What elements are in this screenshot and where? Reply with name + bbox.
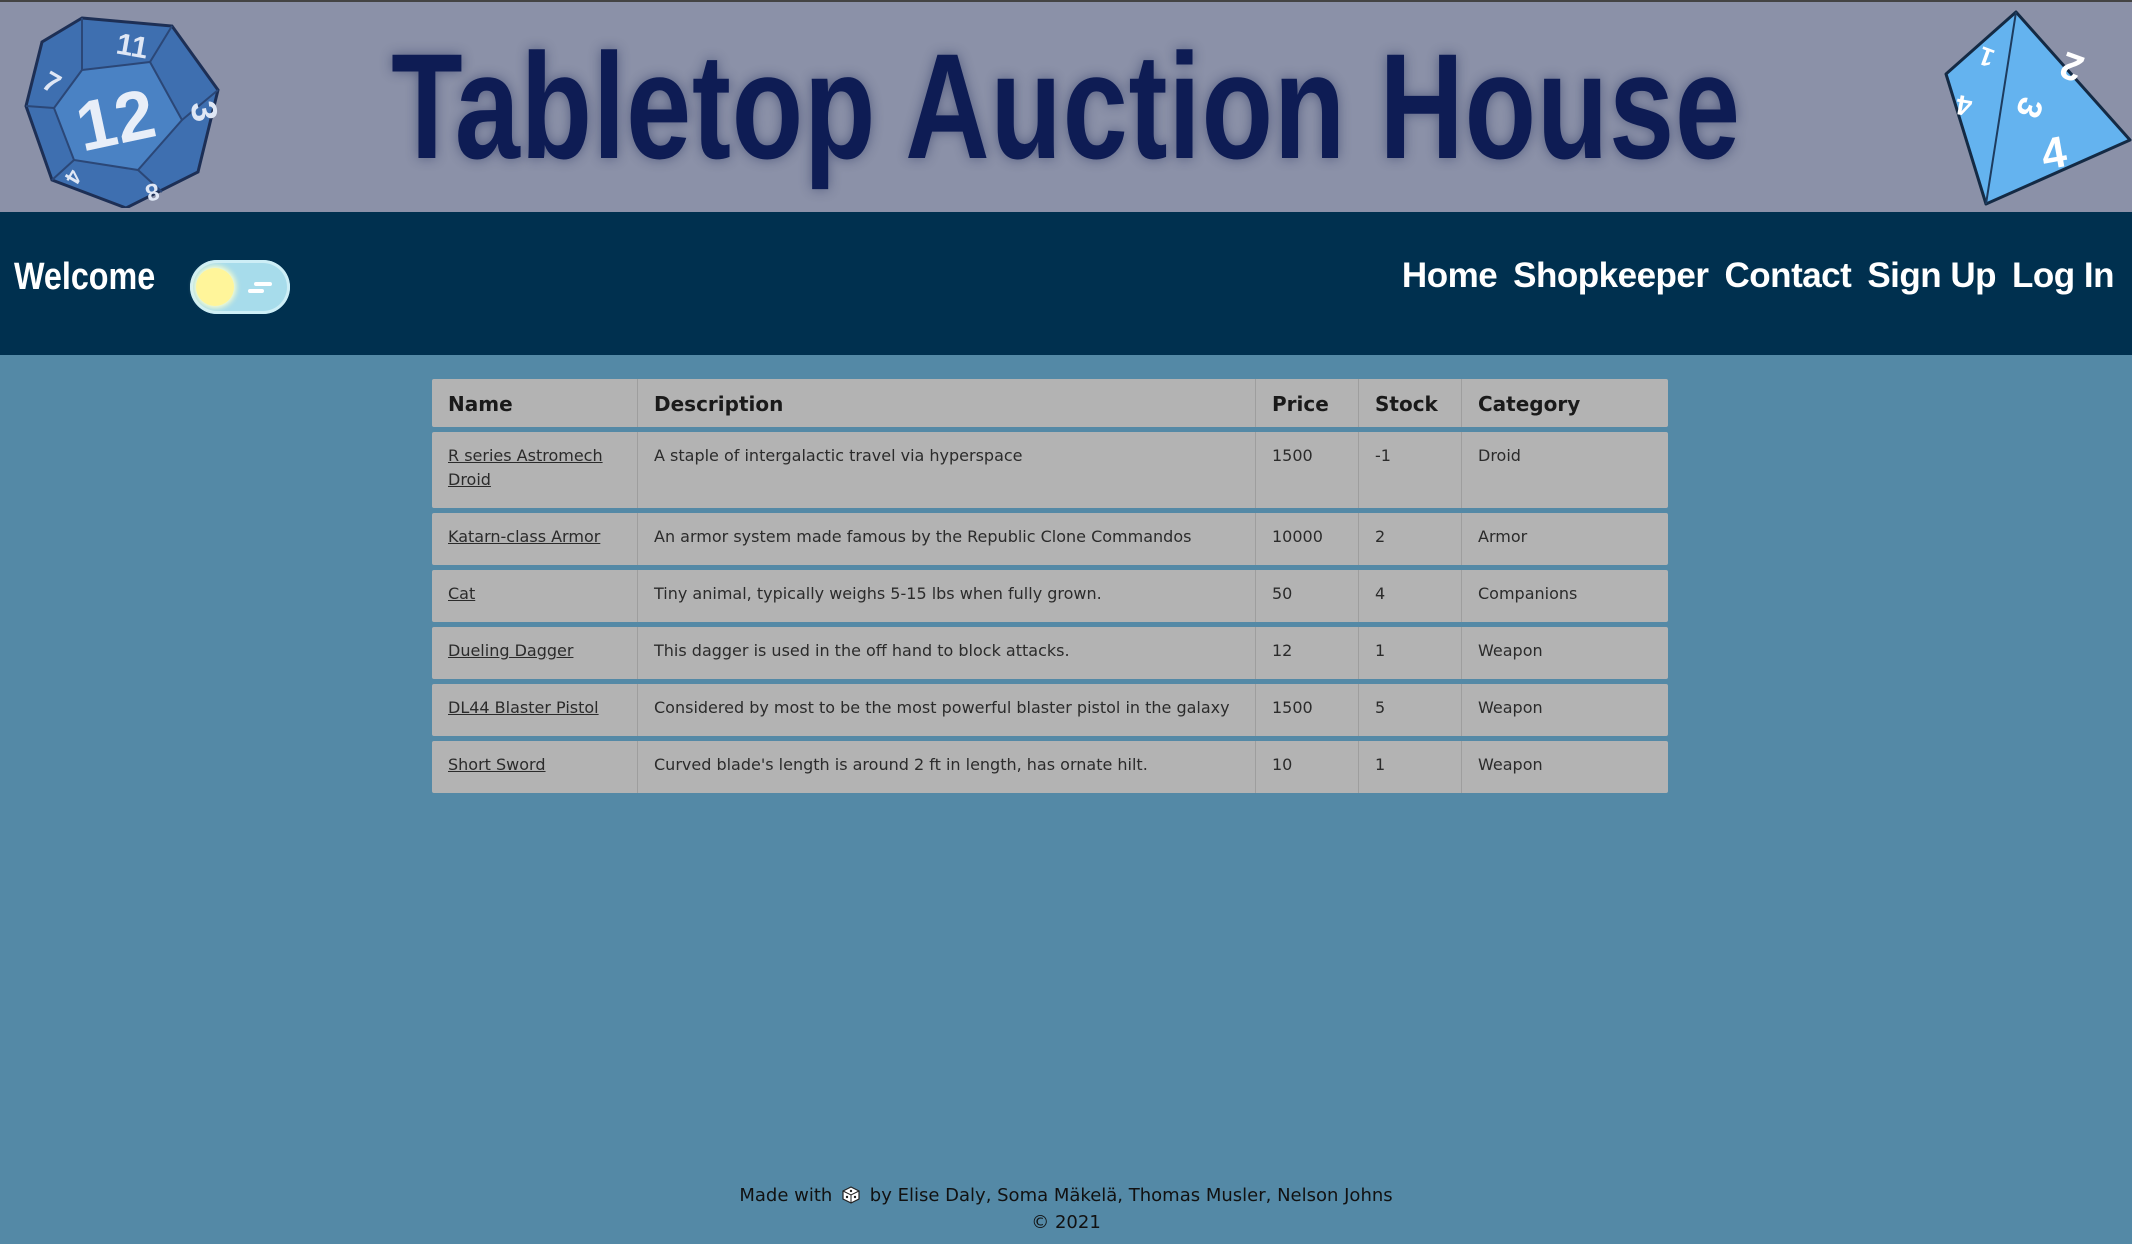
footer-authors: by Elise Daly, Soma Mäkelä, Thomas Musle…	[869, 1185, 1393, 1206]
item-link[interactable]: Dueling Dagger	[448, 641, 573, 660]
table-header-row: Name Description Price Stock Category	[432, 379, 1668, 427]
cell-name: Cat	[432, 570, 637, 622]
d12-face-11: 11	[114, 28, 151, 66]
item-link[interactable]: Katarn-class Armor	[448, 527, 600, 546]
item-link[interactable]: Short Sword	[448, 755, 546, 774]
banner: 12 11 7 3 8 4 Tabletop Auction House 2 4…	[0, 0, 2132, 212]
header-category: Category	[1461, 379, 1668, 427]
nav-link-contact[interactable]: Contact	[1725, 256, 1852, 296]
navbar: Welcome Home Shopkeeper Contact Sign Up …	[0, 212, 2132, 355]
cell-price: 12	[1255, 627, 1358, 679]
cell-price: 1500	[1255, 432, 1358, 508]
d4-icon: 2 4 3 1 4	[1944, 10, 2132, 206]
nav-links: Home Shopkeeper Contact Sign Up Log In	[1402, 256, 2115, 296]
cell-category: Droid	[1461, 432, 1668, 508]
site-title: Tabletop Auction House	[391, 22, 1741, 190]
nav-link-log-in[interactable]: Log In	[2012, 256, 2114, 296]
table-row: Cat Tiny animal, typically weighs 5-15 l…	[432, 570, 1668, 622]
table-row: Dueling Dagger This dagger is used in th…	[432, 627, 1668, 679]
cell-name: Katarn-class Armor	[432, 513, 637, 565]
items-table: Name Description Price Stock Category R …	[432, 374, 1668, 798]
table-row: R series Astromech Droid A staple of int…	[432, 432, 1668, 508]
cell-stock: 2	[1358, 513, 1461, 565]
die-icon	[842, 1186, 860, 1204]
cell-price: 1500	[1255, 684, 1358, 736]
item-link[interactable]: Cat	[448, 584, 475, 603]
cell-price: 10	[1255, 741, 1358, 793]
cell-category: Companions	[1461, 570, 1668, 622]
cell-price: 10000	[1255, 513, 1358, 565]
table-row: Katarn-class Armor An armor system made …	[432, 513, 1668, 565]
cell-description: Curved blade's length is around 2 ft in …	[637, 741, 1255, 793]
cell-description: An armor system made famous by the Repub…	[637, 513, 1255, 565]
item-link[interactable]: R series Astromech Droid	[448, 446, 603, 489]
cell-description: Tiny animal, typically weighs 5-15 lbs w…	[637, 570, 1255, 622]
header-name: Name	[432, 379, 637, 427]
footer-made-with: Made with	[739, 1185, 833, 1206]
sun-icon	[196, 268, 234, 306]
d12-icon: 12 11 7 3 8 4	[24, 16, 222, 208]
items-table-container: Name Description Price Stock Category R …	[432, 379, 1668, 798]
table-row: Short Sword Curved blade's length is aro…	[432, 741, 1668, 793]
cell-stock: 4	[1358, 570, 1461, 622]
cell-name: DL44 Blaster Pistol	[432, 684, 637, 736]
header-description: Description	[637, 379, 1255, 427]
footer-credits: Made with by Elise Daly, Soma Mäkelä, Th…	[0, 1182, 2132, 1209]
cell-stock: 5	[1358, 684, 1461, 736]
header-price: Price	[1255, 379, 1358, 427]
table-row: DL44 Blaster Pistol Considered by most t…	[432, 684, 1668, 736]
cell-category: Weapon	[1461, 741, 1668, 793]
cell-category: Weapon	[1461, 684, 1668, 736]
cell-name: R series Astromech Droid	[432, 432, 637, 508]
footer-copyright: © 2021	[1031, 1212, 1101, 1233]
item-link[interactable]: DL44 Blaster Pistol	[448, 698, 599, 717]
cell-description: This dagger is used in the off hand to b…	[637, 627, 1255, 679]
nav-link-home[interactable]: Home	[1402, 256, 1498, 296]
cell-category: Armor	[1461, 513, 1668, 565]
cell-name: Short Sword	[432, 741, 637, 793]
d12-face-12: 12	[69, 74, 161, 166]
cell-category: Weapon	[1461, 627, 1668, 679]
theme-toggle[interactable]	[190, 260, 290, 314]
cloud-icon	[248, 282, 272, 293]
nav-link-shopkeeper[interactable]: Shopkeeper	[1513, 256, 1709, 296]
nav-link-sign-up[interactable]: Sign Up	[1867, 256, 1996, 296]
footer: Made with by Elise Daly, Soma Mäkelä, Th…	[0, 1182, 2132, 1236]
cell-description: A staple of intergalactic travel via hyp…	[637, 432, 1255, 508]
cell-stock: -1	[1358, 432, 1461, 508]
cell-price: 50	[1255, 570, 1358, 622]
cell-stock: 1	[1358, 627, 1461, 679]
cell-name: Dueling Dagger	[432, 627, 637, 679]
cell-description: Considered by most to be the most powerf…	[637, 684, 1255, 736]
welcome-text: Welcome	[14, 256, 156, 298]
cell-stock: 1	[1358, 741, 1461, 793]
header-stock: Stock	[1358, 379, 1461, 427]
